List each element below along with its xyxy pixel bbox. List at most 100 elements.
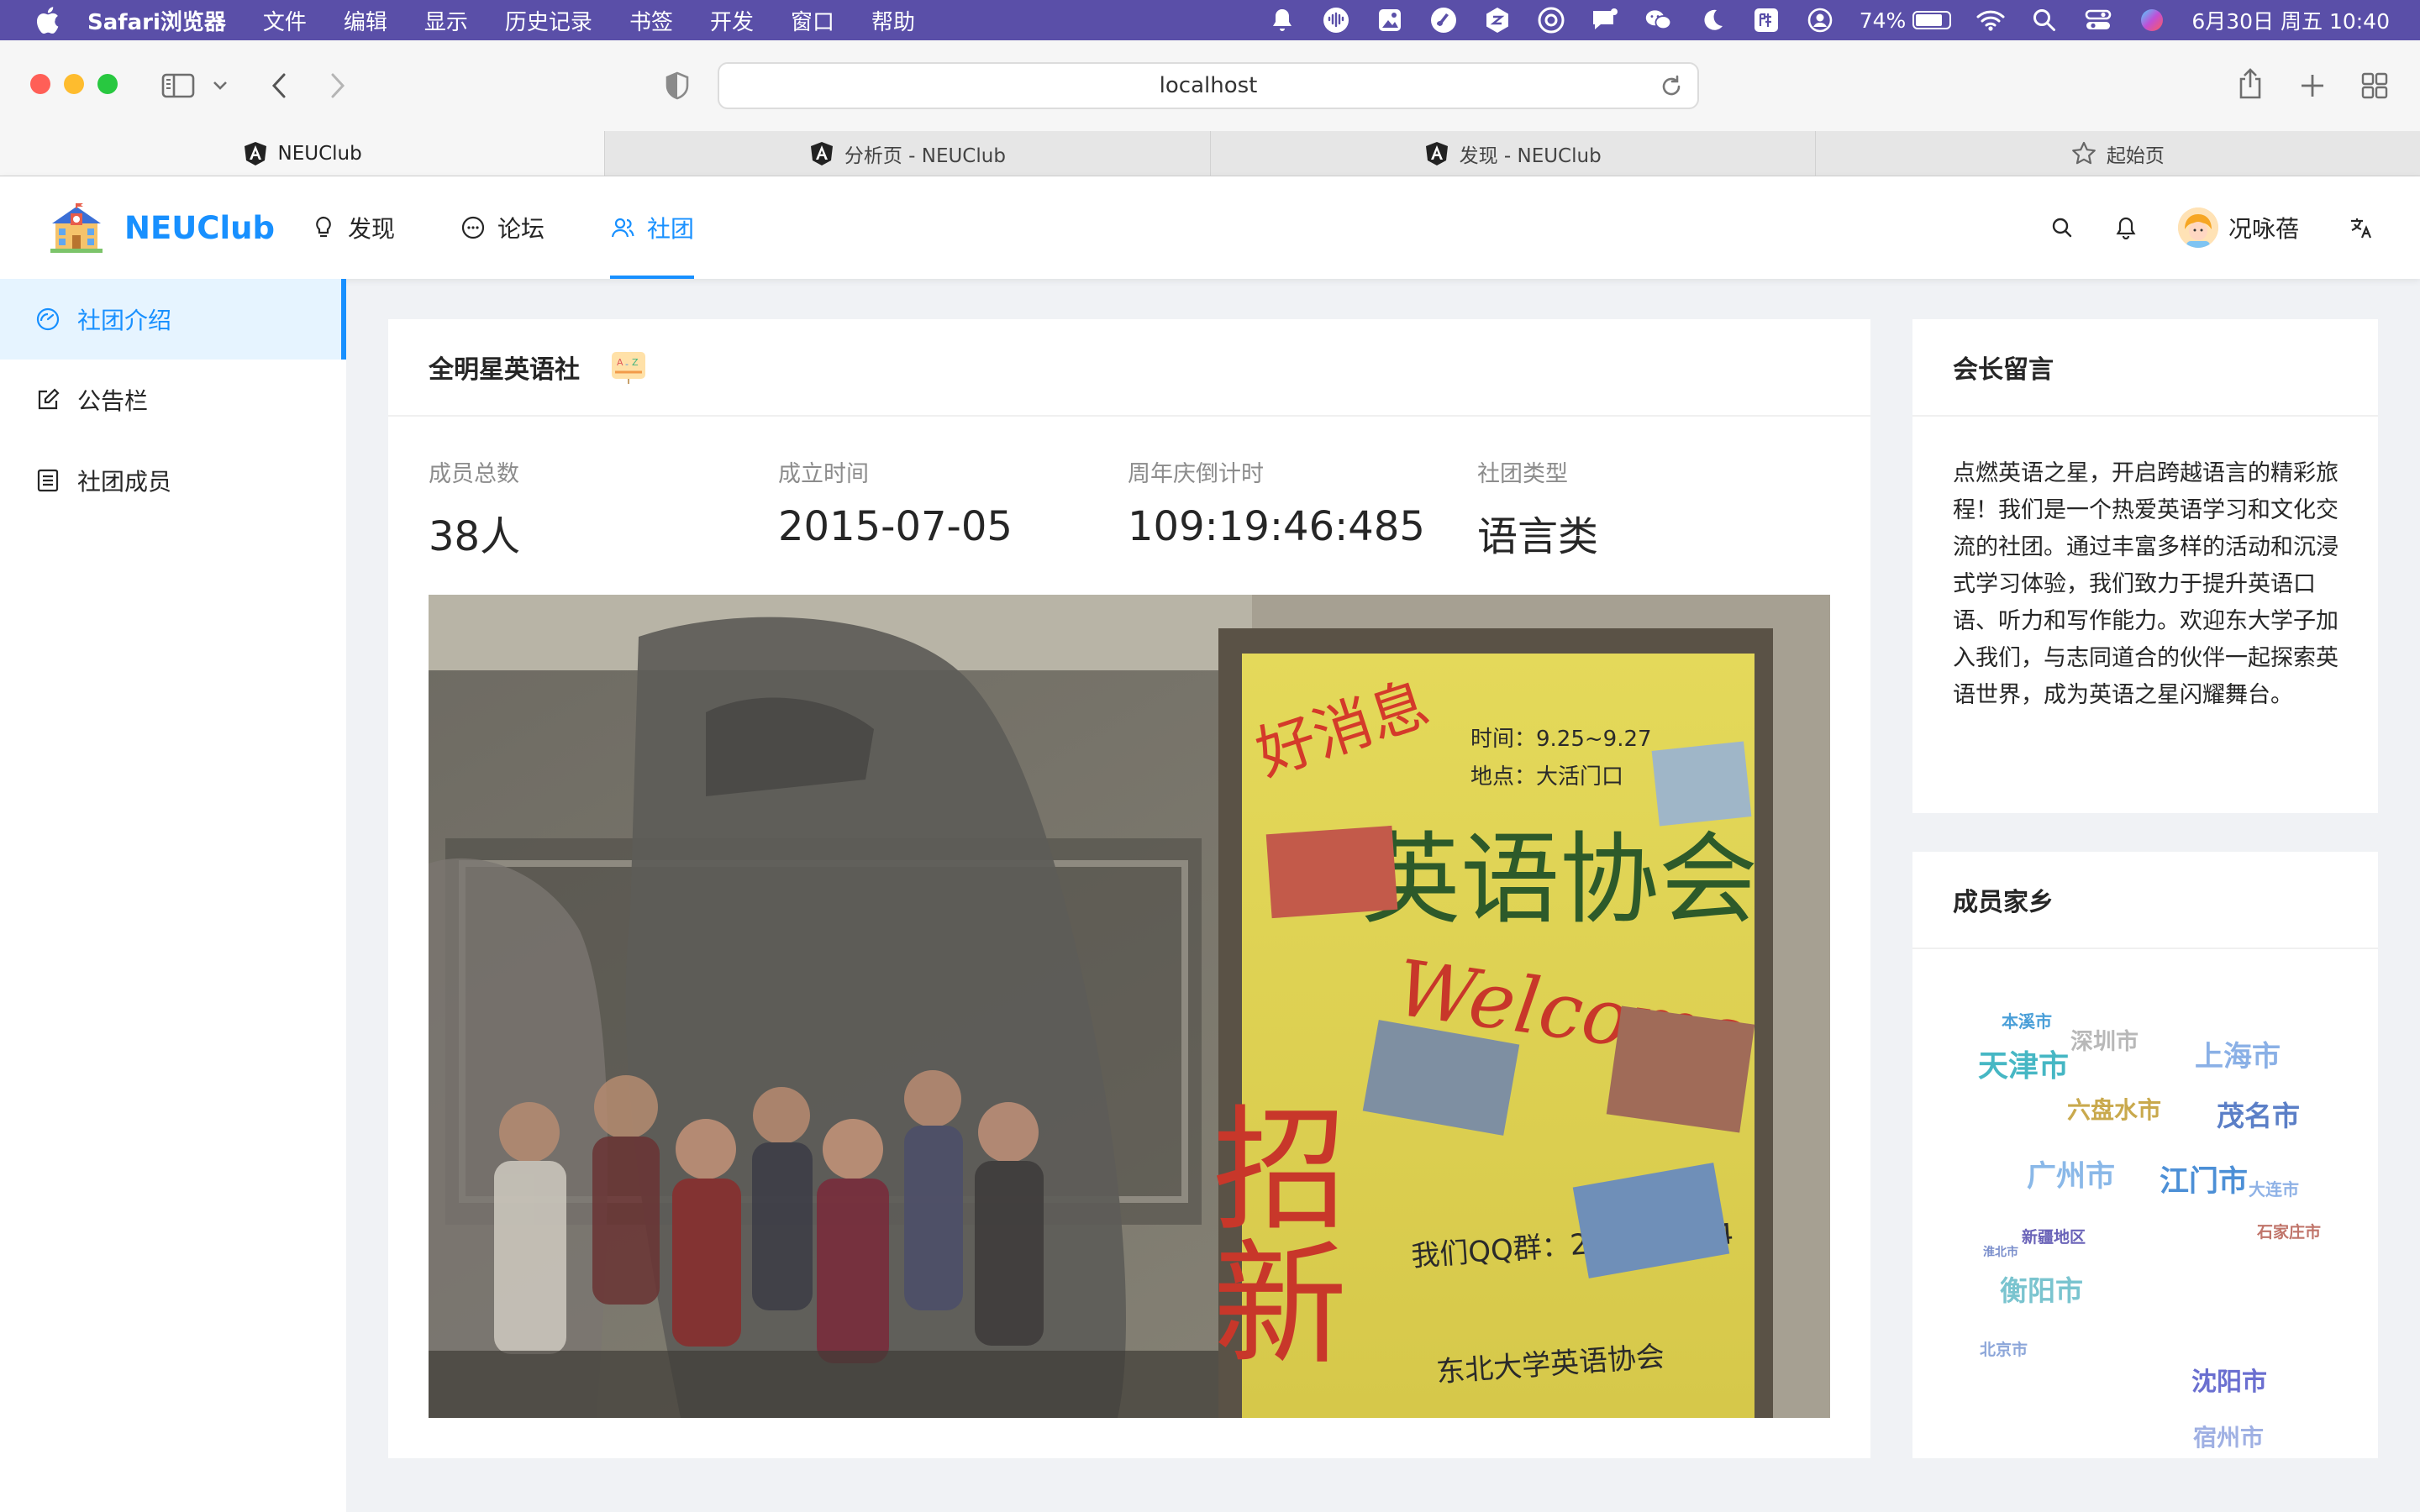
status-area: 74% 6月30日 周五 10:40 — [1268, 0, 2390, 40]
menu-edit[interactable]: 编辑 — [344, 5, 387, 36]
angular-icon — [1425, 141, 1448, 165]
notification-status-icon[interactable] — [1591, 6, 1619, 34]
wifi-icon[interactable] — [1976, 6, 2005, 34]
battery-percent: 74% — [1859, 8, 1907, 33]
input-method-icon[interactable] — [1752, 6, 1781, 34]
svg-text:-: - — [625, 359, 629, 370]
cloud-word: 宿州市 — [2193, 1424, 2265, 1452]
club-photo: 好消息 时间：9.25~9.27 地点：大活门口 英语协会 Welcome 招新… — [429, 595, 1830, 1418]
cloud-word: 深圳市 — [2070, 1029, 2139, 1055]
poster-time: 时间：9.25~9.27 — [1470, 727, 1652, 752]
translate-icon[interactable] — [2344, 211, 2378, 244]
battery-indicator[interactable]: 74% — [1860, 8, 1952, 33]
cloud-word: 六盘水市 — [2067, 1096, 2162, 1124]
menu-app-name[interactable]: Safari浏览器 — [87, 5, 226, 36]
menu-file[interactable]: 文件 — [263, 5, 307, 36]
brand[interactable]: NEUClub — [47, 202, 275, 254]
tab-analysis[interactable]: 分析页 - NEUClub — [605, 131, 1211, 176]
chevron-down-icon[interactable] — [203, 66, 237, 106]
new-tab-icon[interactable] — [2292, 66, 2333, 106]
tab-overview-icon[interactable] — [2354, 66, 2395, 106]
stat-label: 成立时间 — [778, 461, 869, 487]
bell-status-icon[interactable] — [1268, 6, 1297, 34]
menu-window[interactable]: 窗口 — [791, 5, 834, 36]
sidebar-item-label: 社团介绍 — [77, 307, 172, 334]
wave-status-icon[interactable] — [1322, 6, 1350, 34]
battery-icon — [1912, 11, 1952, 29]
stat-value: 38人 — [429, 513, 521, 560]
username[interactable]: 况咏蓓 — [2228, 211, 2299, 244]
cloud-word: 广州市 — [2027, 1160, 2116, 1194]
stat-label: 成员总数 — [429, 461, 519, 487]
sync-status-icon[interactable] — [1537, 6, 1565, 34]
angular-icon — [244, 141, 266, 165]
close-window-button[interactable] — [30, 74, 50, 94]
menu-help[interactable]: 帮助 — [871, 5, 915, 36]
cloud-word: 江门市 — [2160, 1165, 2249, 1199]
team-icon — [611, 218, 634, 238]
stat-label: 社团类型 — [1477, 461, 1568, 487]
menubar-clock[interactable]: 6月30日 周五 10:40 — [2191, 5, 2390, 35]
star-icon — [2071, 141, 2096, 164]
hometown-word-cloud: 本溪市 深圳市 天津市 上海市 六盘水市 茂名市 广州市 江门市 大连市 新疆地… — [1912, 949, 2378, 1478]
tab-start-page[interactable]: 起始页 — [1816, 131, 2420, 176]
stat-value: 2015-07-05 — [778, 503, 1013, 550]
zoom-window-button[interactable] — [97, 74, 118, 94]
nav-club[interactable]: 社团 — [610, 176, 695, 279]
image-status-icon[interactable] — [1376, 6, 1404, 34]
cloud-word: 天津市 — [1978, 1049, 2070, 1084]
menu-develop[interactable]: 开发 — [710, 5, 754, 36]
spotlight-search-icon[interactable] — [2030, 6, 2059, 34]
cloud-word: 上海市 — [2195, 1040, 2281, 1074]
header-actions: 况咏蓓 — [2045, 176, 2378, 279]
address-bar[interactable]: localhost — [718, 62, 1699, 109]
sidebar-item-label: 公告栏 — [77, 387, 149, 415]
siri-icon[interactable] — [2138, 6, 2166, 34]
cloud-word: 茂名市 — [2217, 1100, 2300, 1132]
privacy-shield-icon[interactable] — [657, 66, 697, 106]
edit-icon — [38, 388, 60, 410]
president-message-card: 会长留言 点燃英语之星，开启跨越语言的精彩旅程！我们是一个热爱英语学习和文化交流… — [1912, 319, 2378, 813]
avatar[interactable] — [2177, 207, 2218, 248]
notification-bell-icon[interactable] — [2109, 211, 2143, 244]
dashboard-icon — [36, 307, 60, 331]
menu-bookmarks[interactable]: 书签 — [629, 5, 673, 36]
angular-icon — [810, 141, 833, 165]
sidebar-item-club-intro[interactable]: 社团介绍 — [0, 279, 346, 360]
tab-neuclub[interactable]: NEUClub — [0, 131, 606, 176]
cloud-word: 本溪市 — [2002, 1011, 2052, 1032]
school-logo-icon — [50, 203, 103, 253]
sidebar-item-members[interactable]: 社团成员 — [0, 440, 346, 521]
wechat-status-icon[interactable] — [1644, 6, 1673, 34]
sidebar-toggle-icon[interactable] — [158, 66, 198, 106]
nav-forum[interactable]: 论坛 — [460, 176, 544, 279]
top-nav: 发现 论坛 社团 — [311, 176, 760, 279]
cloud-word: 沈阳市 — [2191, 1368, 2267, 1397]
share-icon[interactable] — [2230, 64, 2270, 104]
minimize-window-button[interactable] — [64, 74, 84, 94]
user-status-icon[interactable] — [1806, 6, 1834, 34]
url-text: localhost — [1159, 73, 1258, 98]
nav-discover[interactable]: 发现 — [311, 176, 395, 279]
stat-value: 语言类 — [1477, 513, 1599, 560]
back-icon[interactable] — [259, 66, 299, 106]
cloud-word: 新疆地区 — [2022, 1228, 2086, 1247]
moon-status-icon[interactable] — [1698, 6, 1727, 34]
stat-value: 109:19:46:485 — [1128, 503, 1425, 550]
brush-status-icon[interactable] — [1429, 6, 1458, 34]
menu-history[interactable]: 历史记录 — [505, 5, 592, 36]
reload-icon[interactable] — [1657, 72, 1686, 101]
sidebar-item-label: 社团成员 — [77, 468, 172, 496]
menu-view[interactable]: 显示 — [424, 5, 468, 36]
search-icon[interactable] — [2045, 211, 2079, 244]
poster-headline: 英语协会 — [1361, 822, 1758, 937]
cloud-word: 北京市 — [1980, 1341, 2028, 1359]
sidebar-item-bulletin[interactable]: 公告栏 — [0, 360, 346, 440]
hexagon-status-icon[interactable] — [1483, 6, 1512, 34]
nav-label: 发现 — [348, 215, 396, 243]
club-sidebar: 社团介绍 公告栏 社团成员 — [0, 279, 346, 1512]
control-center-icon[interactable] — [2084, 6, 2112, 34]
apple-icon[interactable] — [30, 3, 64, 37]
tab-discover[interactable]: 发现 - NEUClub — [1211, 131, 1816, 176]
forward-icon[interactable] — [318, 66, 358, 106]
